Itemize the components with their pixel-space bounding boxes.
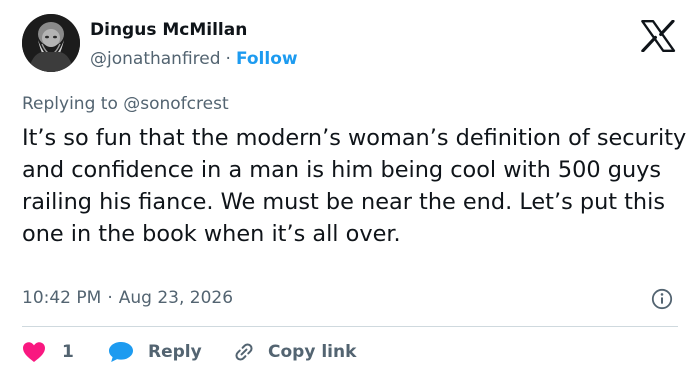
reply-mention-link[interactable]: @sonofcrest <box>123 94 228 114</box>
reply-button[interactable]: Reply <box>108 339 202 365</box>
like-count: 1 <box>62 342 74 362</box>
reply-context: Replying to @sonofcrest <box>22 94 229 114</box>
speech-bubble-icon <box>109 342 133 362</box>
timestamp-separator: · <box>107 288 113 308</box>
tweet-timestamp[interactable]: 10:42 PM · Aug 23, 2026 <box>22 288 233 308</box>
author-handle-line: @jonathanfired · Follow <box>90 49 298 69</box>
author-name[interactable]: Dingus McMillan <box>90 20 247 40</box>
tweet-date: Aug 23, 2026 <box>118 288 234 308</box>
tweet-time: 10:42 PM <box>22 288 102 308</box>
divider <box>22 326 678 327</box>
copy-link-button[interactable]: Copy link <box>232 339 356 365</box>
avatar-image <box>22 14 80 72</box>
avatar[interactable] <box>22 14 80 72</box>
like-button[interactable]: 1 <box>22 339 74 365</box>
heart-icon <box>23 342 45 362</box>
reply-context-prefix: Replying to <box>22 94 118 114</box>
link-icon <box>235 343 253 361</box>
x-logo-icon[interactable] <box>640 20 676 52</box>
tweet-text: It’s so fun that the modern’s woman’s de… <box>22 125 687 247</box>
info-icon[interactable] <box>651 288 673 310</box>
copy-link-label: Copy link <box>268 342 357 362</box>
author-handle[interactable]: @jonathanfired <box>90 49 221 69</box>
handle-separator: · <box>225 49 231 69</box>
reply-label: Reply <box>148 342 202 362</box>
tweet-card: Dingus McMillan @jonathanfired · Follow Re… <box>0 0 700 379</box>
follow-button[interactable]: Follow <box>236 49 298 69</box>
